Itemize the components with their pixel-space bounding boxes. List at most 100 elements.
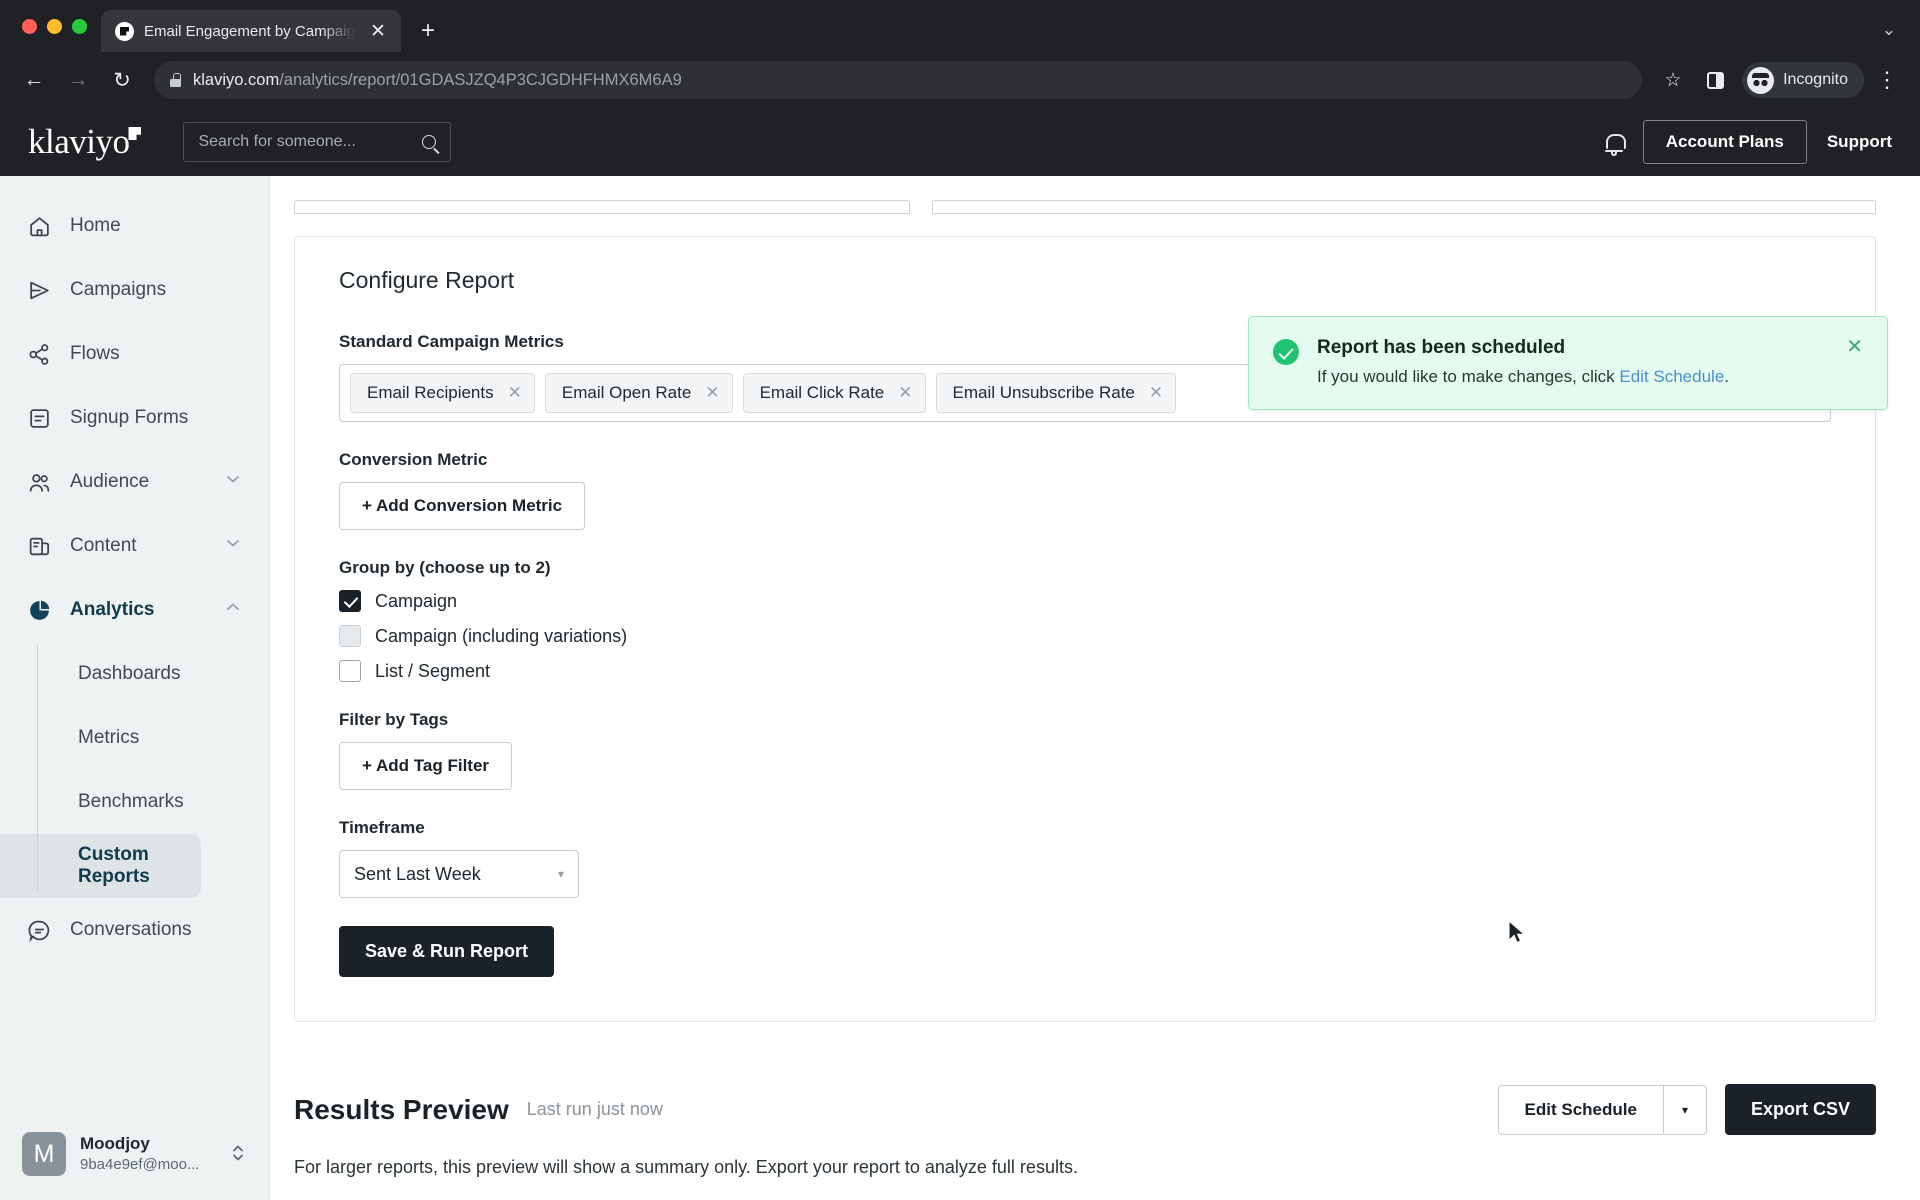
- groupby-option-list-segment[interactable]: List / Segment: [339, 660, 1831, 682]
- window-maximize-button[interactable]: [72, 18, 87, 34]
- chevron-up-icon[interactable]: [223, 597, 243, 623]
- avatar: M: [22, 1132, 66, 1176]
- metric-token[interactable]: Email Click Rate ✕: [742, 373, 926, 413]
- conversion-metric-section: Conversion Metric + Add Conversion Metri…: [339, 450, 1831, 530]
- user-info: Moodjoy 9ba4e9ef@moo...: [80, 1133, 199, 1175]
- sidebar-item-analytics[interactable]: Analytics: [0, 578, 269, 642]
- forward-icon[interactable]: →: [58, 60, 98, 100]
- checkbox-label: Campaign (including variations): [375, 625, 628, 646]
- lock-icon: [170, 73, 181, 87]
- sidebar-item-audience[interactable]: Audience: [0, 450, 269, 514]
- checkbox[interactable]: [339, 625, 361, 647]
- chevron-down-icon[interactable]: [223, 533, 243, 559]
- klaviyo-logo[interactable]: klaviyo: [28, 122, 145, 162]
- sidebar-item-campaigns[interactable]: Campaigns: [0, 258, 269, 322]
- add-tag-filter-button[interactable]: + Add Tag Filter: [339, 742, 513, 790]
- report-name-fields-cutoff: [270, 176, 1920, 214]
- report-name-input[interactable]: [294, 200, 910, 214]
- sidebar: Home Campaigns Flows Signup Forms Audien…: [0, 108, 270, 1200]
- save-and-run-report-button[interactable]: Save & Run Report: [339, 926, 555, 977]
- browser-tabstrip: Email Engagement by Campaign ✕ + ⌄: [0, 0, 1920, 52]
- timeframe-value: Sent Last Week: [354, 863, 481, 884]
- account-plans-button[interactable]: Account Plans: [1642, 120, 1807, 164]
- sidebar-item-dashboards[interactable]: Dashboards: [0, 642, 269, 706]
- chevron-down-icon[interactable]: ▾: [558, 867, 564, 881]
- chevron-down-icon[interactable]: [223, 469, 243, 495]
- last-run-text: Last run just now: [526, 1099, 663, 1119]
- edit-schedule-button[interactable]: Edit Schedule: [1497, 1084, 1663, 1135]
- edit-schedule-split-button[interactable]: Edit Schedule ▾: [1497, 1084, 1707, 1135]
- window-close-button[interactable]: [22, 18, 37, 34]
- toast-title: Report has been scheduled: [1317, 337, 1566, 358]
- back-icon[interactable]: ←: [14, 60, 54, 100]
- edit-schedule-link[interactable]: Edit Schedule: [1619, 367, 1724, 386]
- sidebar-item-label: Campaigns: [70, 279, 167, 300]
- chevron-down-icon[interactable]: ⌄: [1882, 20, 1920, 52]
- sidebar-item-conversations[interactable]: Conversations: [0, 898, 269, 962]
- reload-icon[interactable]: ↻: [102, 60, 142, 100]
- support-link[interactable]: Support: [1827, 132, 1892, 152]
- url-text: klaviyo.com/analytics/report/01GDASJZQ4P…: [193, 71, 682, 90]
- checkbox-label: List / Segment: [375, 660, 491, 681]
- browser-tab[interactable]: Email Engagement by Campaign ✕: [101, 10, 401, 52]
- search-icon[interactable]: [422, 135, 437, 149]
- checkbox-label: Campaign: [375, 590, 458, 611]
- sidebar-item-metrics[interactable]: Metrics: [0, 706, 269, 770]
- global-search[interactable]: [183, 122, 452, 162]
- sidebar-item-signup-forms[interactable]: Signup Forms: [0, 386, 269, 450]
- home-icon: [26, 213, 52, 239]
- metric-token[interactable]: Email Recipients ✕: [350, 373, 535, 413]
- piechart-icon: [26, 597, 52, 623]
- chevron-down-icon[interactable]: ▾: [1662, 1084, 1707, 1135]
- remove-icon[interactable]: ✕: [508, 383, 522, 403]
- browser-menu-icon[interactable]: ⋮: [1868, 61, 1906, 99]
- close-icon[interactable]: ✕: [1846, 337, 1863, 357]
- toast-text: Report has been scheduled If you would l…: [1317, 337, 1729, 387]
- sidebar-item-home[interactable]: Home: [0, 194, 269, 258]
- bell-icon[interactable]: [1604, 133, 1626, 156]
- address-bar[interactable]: klaviyo.com/analytics/report/01GDASJZQ4P…: [154, 61, 1643, 99]
- groupby-option-campaign[interactable]: Campaign: [339, 590, 1831, 612]
- people-icon: [26, 469, 52, 495]
- toast-body-suffix: .: [1724, 367, 1730, 386]
- profile-label: Incognito: [1783, 71, 1848, 88]
- report-description-input[interactable]: [932, 200, 1876, 214]
- checkbox[interactable]: [339, 660, 361, 682]
- search-input[interactable]: [198, 133, 415, 151]
- side-panel-icon[interactable]: [1696, 61, 1734, 99]
- app-body: Home Campaigns Flows Signup Forms Audien…: [0, 108, 1920, 1200]
- remove-icon[interactable]: ✕: [1149, 383, 1163, 403]
- new-tab-icon[interactable]: +: [415, 18, 441, 44]
- sidebar-item-benchmarks[interactable]: Benchmarks: [0, 770, 269, 834]
- form-icon: [26, 405, 52, 431]
- bookmark-star-icon[interactable]: ☆: [1654, 61, 1692, 99]
- user-email: 9ba4e9ef@moo...: [80, 1156, 200, 1174]
- add-conversion-metric-button[interactable]: + Add Conversion Metric: [339, 482, 586, 530]
- sidebar-item-flows[interactable]: Flows: [0, 322, 269, 386]
- export-csv-button[interactable]: Export CSV: [1724, 1084, 1876, 1135]
- timeframe-select[interactable]: Sent Last Week ▾: [339, 850, 579, 898]
- topbar-actions: Account Plans Support: [1604, 120, 1892, 164]
- results-preview-note: For larger reports, this preview will sh…: [294, 1157, 1078, 1177]
- content-icon: [26, 533, 52, 559]
- metric-token[interactable]: Email Open Rate ✕: [544, 373, 733, 413]
- sidebar-item-label: Flows: [70, 343, 120, 364]
- sidebar-item-content[interactable]: Content: [0, 514, 269, 578]
- profile-incognito-button[interactable]: Incognito: [1742, 62, 1864, 98]
- metric-token[interactable]: Email Unsubscribe Rate ✕: [935, 373, 1177, 413]
- subnav-label: Metrics: [78, 727, 140, 748]
- sidebar-item-custom-reports[interactable]: Custom Reports: [0, 834, 201, 898]
- groupby-option-campaign-variations[interactable]: Campaign (including variations): [339, 625, 1831, 647]
- window-controls[interactable]: [16, 0, 101, 52]
- metric-token-label: Email Unsubscribe Rate: [952, 383, 1135, 402]
- remove-icon[interactable]: ✕: [898, 383, 912, 403]
- window-minimize-button[interactable]: [47, 18, 62, 34]
- sidebar-user-switcher[interactable]: M Moodjoy 9ba4e9ef@moo...: [0, 1113, 269, 1200]
- metric-token-label: Email Recipients: [367, 383, 494, 402]
- tab-close-icon[interactable]: ✕: [365, 18, 391, 44]
- updown-icon[interactable]: [229, 1140, 247, 1167]
- remove-icon[interactable]: ✕: [705, 383, 719, 403]
- tab-title: Email Engagement by Campaign: [144, 22, 355, 40]
- success-check-icon: [1273, 339, 1299, 365]
- checkbox[interactable]: [339, 590, 361, 612]
